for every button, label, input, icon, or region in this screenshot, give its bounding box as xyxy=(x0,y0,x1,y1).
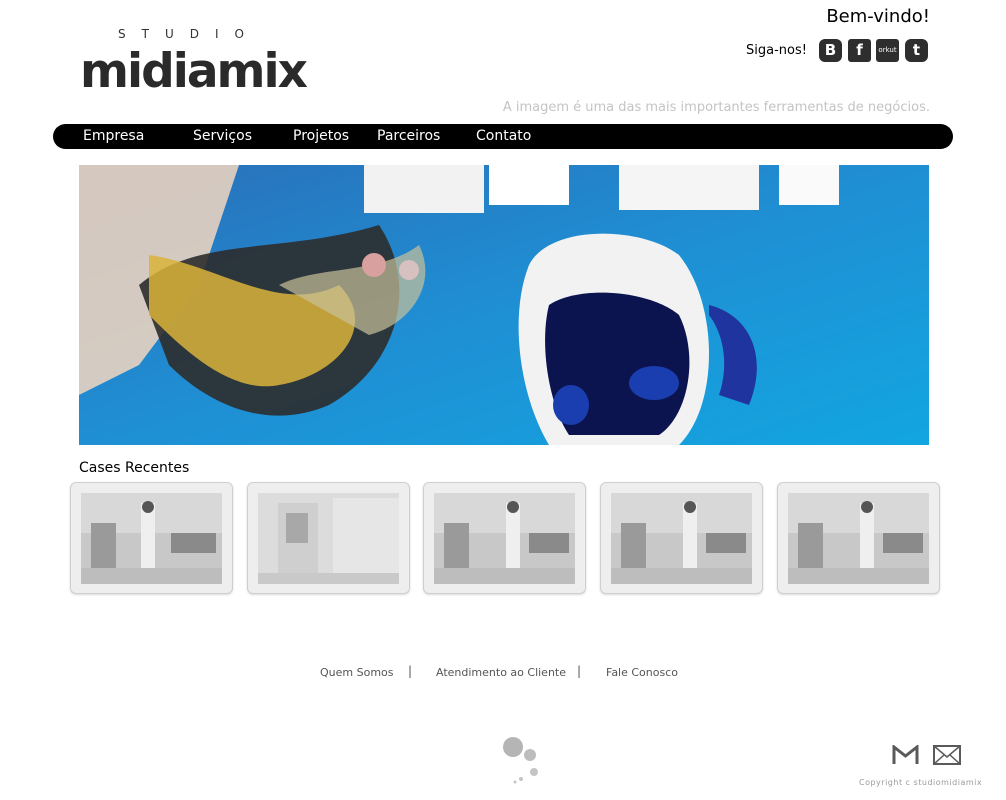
nav-item-projetos[interactable]: Projetos xyxy=(293,124,349,149)
nav-item-contato[interactable]: Contato xyxy=(476,124,531,149)
facebook-icon[interactable]: f xyxy=(848,39,871,62)
hero-banner-image xyxy=(79,165,929,445)
bubbles-logo-icon xyxy=(500,734,542,790)
orkut-icon[interactable]: orkut xyxy=(876,39,899,62)
footer-separator: | xyxy=(577,664,582,678)
nav-item-parceiros[interactable]: Parceiros xyxy=(377,124,440,149)
footer-separator: | xyxy=(408,664,413,678)
nav-item-servicos[interactable]: Serviços xyxy=(193,124,252,149)
follow-label: Siga-nos! xyxy=(746,43,807,58)
case-image xyxy=(258,493,399,584)
case-image xyxy=(81,493,222,584)
case-thumbnail[interactable] xyxy=(70,482,233,594)
case-image xyxy=(788,493,929,584)
mail-icon[interactable] xyxy=(933,745,961,769)
case-thumbnail[interactable] xyxy=(423,482,586,594)
copyright-text: Copyright c studiomidiamix xyxy=(859,778,983,787)
gmail-icon[interactable] xyxy=(892,743,919,769)
footer-link-atendimento[interactable]: Atendimento ao Cliente xyxy=(436,666,566,679)
case-image xyxy=(611,493,752,584)
footer-link-fale-conosco[interactable]: Fale Conosco xyxy=(606,666,678,679)
tagline: A imagem é uma das mais importantes ferr… xyxy=(502,100,930,115)
main-nav: Empresa Serviços Projetos Parceiros Cont… xyxy=(53,124,953,149)
case-thumbnail[interactable] xyxy=(600,482,763,594)
blogger-icon[interactable]: B xyxy=(819,39,842,62)
case-image xyxy=(434,493,575,584)
cases-section-title: Cases Recentes xyxy=(79,460,190,476)
welcome-text: Bem-vindo! xyxy=(826,6,930,27)
logo-studio-text: STUDIO xyxy=(118,27,260,41)
nav-item-empresa[interactable]: Empresa xyxy=(83,124,144,149)
twitter-icon[interactable]: t xyxy=(905,39,928,62)
case-thumbnail[interactable] xyxy=(247,482,410,594)
logo-wordmark[interactable]: midiamix xyxy=(80,44,308,99)
case-thumbnail[interactable] xyxy=(777,482,940,594)
footer-link-quem-somos[interactable]: Quem Somos xyxy=(320,666,394,679)
